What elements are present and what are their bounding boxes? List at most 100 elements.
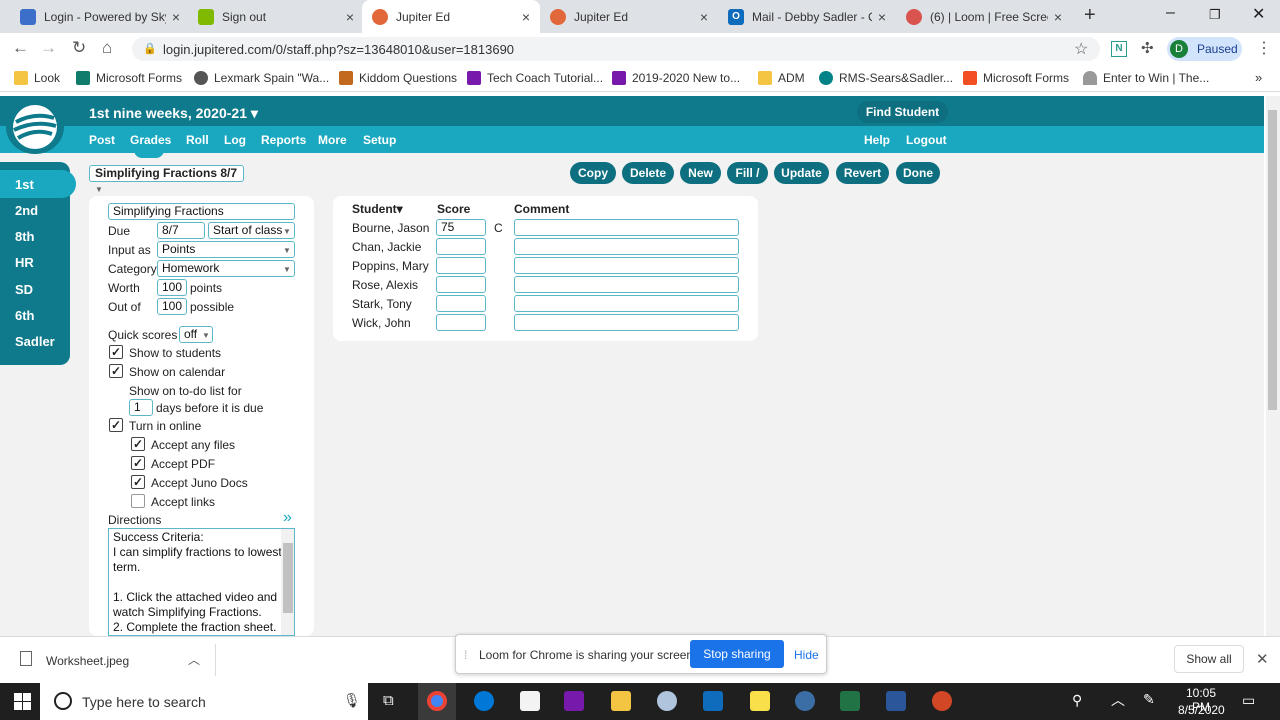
chrome-icon[interactable]: [427, 691, 447, 711]
profile-button[interactable]: D Paused: [1167, 37, 1242, 61]
task-view-icon[interactable]: ⧉: [383, 692, 394, 709]
new-button[interactable]: New: [680, 162, 721, 184]
term-selector[interactable]: 1st nine weeks, 2020-21 ▾: [89, 105, 258, 122]
browser-tab[interactable]: (6) | Loom | Free Screen ×: [896, 0, 1072, 33]
reload-icon[interactable]: ↻: [72, 38, 86, 58]
accept-juno-checkbox[interactable]: ✓: [131, 475, 145, 489]
student-column-header[interactable]: Student▾: [352, 202, 403, 216]
turn-in-online-checkbox[interactable]: ✓: [109, 418, 123, 432]
close-icon[interactable]: ×: [522, 9, 530, 25]
score-input[interactable]: 75: [436, 219, 486, 236]
bookmark[interactable]: Tech Coach Tutorial...: [467, 71, 603, 85]
download-filename[interactable]: Worksheet.jpeg: [46, 654, 129, 668]
clock-date[interactable]: 8/5/2020: [1178, 703, 1225, 717]
done-button[interactable]: Done: [896, 162, 940, 184]
browser-tab[interactable]: Jupiter Ed ×: [540, 0, 718, 33]
directions-textarea[interactable]: Success Criteria: I can simplify fractio…: [108, 528, 295, 636]
browser-tab[interactable]: Login - Powered by Sky ×: [10, 0, 190, 33]
bookmark[interactable]: 2019-2020 New to...: [612, 71, 740, 85]
extension-icon[interactable]: N: [1111, 41, 1127, 57]
close-icon[interactable]: ×: [700, 9, 708, 25]
home-icon[interactable]: ⌂: [102, 38, 112, 58]
powerpoint-icon[interactable]: [932, 691, 952, 711]
scrollbar-thumb[interactable]: [283, 543, 293, 613]
app-icon[interactable]: [657, 691, 677, 711]
back-icon[interactable]: ←: [12, 38, 29, 58]
browser-tab[interactable]: Sign out ×: [188, 0, 364, 33]
minimize-icon[interactable]: –: [1166, 4, 1175, 22]
copy-button[interactable]: Copy: [570, 162, 616, 184]
score-input[interactable]: [436, 276, 486, 293]
browser-tab[interactable]: O Mail - Debby Sadler - C ×: [718, 0, 896, 33]
score-input[interactable]: [436, 257, 486, 274]
sidebar-class-2nd[interactable]: 2nd: [15, 203, 38, 218]
url-text[interactable]: login.jupitered.com/0/staff.php?sz=13648…: [163, 42, 514, 57]
revert-button[interactable]: Revert: [836, 162, 889, 184]
sidebar-class-1st[interactable]: 1st: [15, 177, 34, 192]
bookmark[interactable]: RMS-Sears&Sadler...: [819, 71, 953, 85]
bookmark[interactable]: Lexmark Spain "Wa...: [194, 71, 329, 85]
menu-dots-icon[interactable]: ⋮: [1256, 38, 1272, 58]
sidebar-class-sd[interactable]: SD: [15, 282, 33, 297]
pen-icon[interactable]: ✎: [1143, 691, 1155, 708]
app-icon[interactable]: [795, 691, 815, 711]
drag-handle-icon[interactable]: ⁞: [464, 648, 467, 662]
due-date-input[interactable]: 8/7: [157, 222, 205, 239]
logout-link[interactable]: Logout: [906, 133, 947, 147]
comment-input[interactable]: [514, 238, 739, 255]
people-icon[interactable]: ⚲: [1072, 692, 1082, 709]
store-icon[interactable]: [520, 691, 540, 711]
comment-input[interactable]: [514, 295, 739, 312]
assignment-select[interactable]: Simplifying Fractions 8/7 ▼: [89, 165, 244, 194]
todo-days-input[interactable]: 1: [129, 399, 153, 416]
comment-input[interactable]: [514, 276, 739, 293]
score-input[interactable]: [436, 314, 486, 331]
close-icon[interactable]: ×: [1054, 9, 1062, 25]
fill-button[interactable]: Fill /: [727, 162, 768, 184]
file-explorer-icon[interactable]: [611, 691, 631, 711]
menu-setup[interactable]: Setup: [363, 133, 396, 147]
accept-files-checkbox[interactable]: ✓: [131, 437, 145, 451]
accept-links-checkbox[interactable]: [131, 494, 145, 508]
out-of-input[interactable]: 100: [157, 298, 187, 315]
sticky-notes-icon[interactable]: [750, 691, 770, 711]
close-icon[interactable]: ×: [878, 9, 886, 25]
comment-input[interactable]: [514, 314, 739, 331]
category-select[interactable]: Homework: [157, 260, 295, 277]
notification-icon[interactable]: ▭: [1242, 692, 1255, 709]
menu-log[interactable]: Log: [224, 133, 246, 147]
scrollbar[interactable]: [1266, 96, 1280, 636]
close-download-bar-icon[interactable]: ✕: [1256, 650, 1269, 668]
score-input[interactable]: [436, 238, 486, 255]
bookmark[interactable]: Kiddom Questions: [339, 71, 457, 85]
due-when-select[interactable]: Start of class: [208, 222, 295, 239]
sidebar-class-8th[interactable]: 8th: [15, 229, 35, 244]
chevron-up-icon[interactable]: ︿: [188, 651, 200, 668]
onenote-icon[interactable]: [564, 691, 584, 711]
bookmark[interactable]: Enter to Win | The...: [1083, 71, 1209, 85]
bookmark[interactable]: Microsoft Forms: [76, 71, 182, 85]
expand-directions-icon[interactable]: »: [283, 509, 292, 527]
show-students-checkbox[interactable]: ✓: [109, 345, 123, 359]
new-tab-button[interactable]: +: [1084, 4, 1096, 27]
help-link[interactable]: Help: [864, 133, 890, 147]
extensions-puzzle-icon[interactable]: ✣: [1141, 39, 1154, 57]
menu-post[interactable]: Post: [89, 133, 115, 147]
show-calendar-checkbox[interactable]: ✓: [109, 364, 123, 378]
close-icon[interactable]: ×: [172, 9, 180, 25]
stop-sharing-button[interactable]: Stop sharing: [690, 640, 784, 668]
edge-icon[interactable]: [474, 691, 494, 711]
windows-start-icon[interactable]: [14, 693, 31, 710]
accept-pdf-checkbox[interactable]: ✓: [131, 456, 145, 470]
jupiter-logo-icon[interactable]: [6, 100, 64, 154]
find-student-button[interactable]: Find Student: [857, 101, 948, 123]
comment-input[interactable]: [514, 257, 739, 274]
word-icon[interactable]: [886, 691, 906, 711]
worth-input[interactable]: 100: [157, 279, 187, 296]
update-button[interactable]: Update: [774, 162, 829, 184]
chevron-up-icon[interactable]: ︿: [1111, 690, 1125, 710]
menu-grades[interactable]: Grades: [130, 133, 171, 147]
sidebar-class-6th[interactable]: 6th: [15, 308, 35, 323]
forward-icon[interactable]: →: [40, 38, 57, 58]
star-icon[interactable]: ☆: [1074, 39, 1088, 59]
